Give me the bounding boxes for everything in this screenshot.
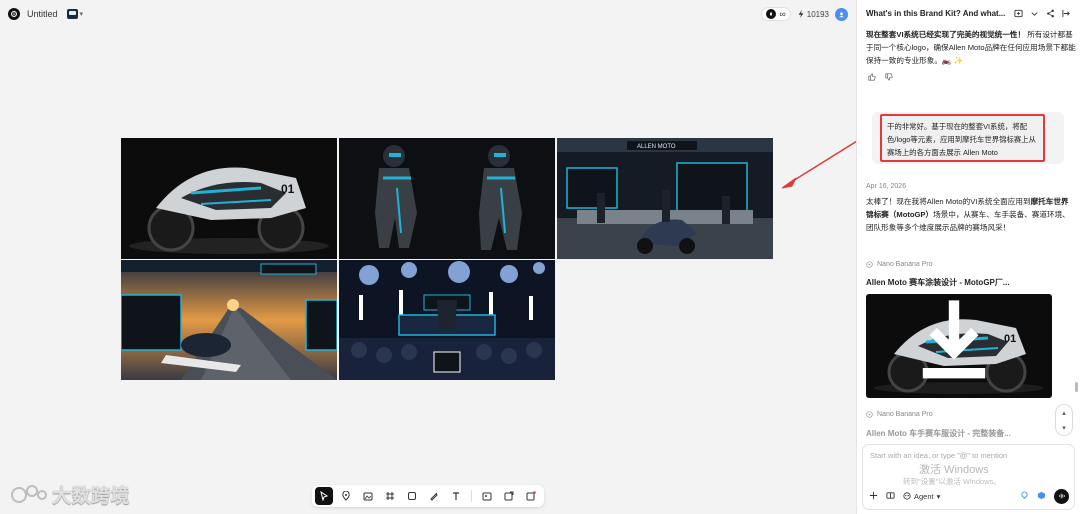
lightbulb-icon[interactable] xyxy=(1020,490,1029,502)
watermark: 大数跨境 xyxy=(10,481,130,508)
app-logo-icon[interactable] xyxy=(8,8,20,20)
chat-panel: What's in this Brand Kit? And what... 现在… xyxy=(856,0,1080,514)
text-tool-icon[interactable] xyxy=(447,487,465,505)
agent-icon xyxy=(903,492,911,500)
project-icon[interactable] xyxy=(66,9,78,19)
select-tool-icon[interactable] xyxy=(315,487,333,505)
canvas-toolbar xyxy=(312,485,544,507)
chevron-down-icon[interactable]: ▾ xyxy=(80,10,84,18)
toolbar-divider xyxy=(471,490,472,502)
assistant-reply: 太棒了！现在我将Allen Moto的VI系统全面应用到摩托车世界锦标赛（Mot… xyxy=(866,195,1071,234)
banana-icon xyxy=(866,261,873,268)
frame-tool-icon[interactable] xyxy=(381,487,399,505)
message-date: Apr 16, 2026 xyxy=(866,183,907,190)
model-tag-2: Nano Banana Pro xyxy=(866,411,933,418)
canvas-image-motorcycle-livery[interactable]: 01 xyxy=(121,138,337,259)
model-name: Nano Banana Pro xyxy=(877,261,933,268)
canvas-image-rider-suits[interactable] xyxy=(339,138,555,259)
agent-selector[interactable]: Agent ▾ xyxy=(903,492,940,501)
marker-tool-icon[interactable] xyxy=(337,487,355,505)
intro-bold-text: 现在整套VI系统已经实现了完美的视觉统一性！ xyxy=(866,30,1026,39)
canvas-image-race-track-sunset[interactable] xyxy=(121,260,337,380)
assistant-message-intro: 现在整套VI系统已经实现了完美的视觉统一性！ 所有设计都基于同一个核心logo，… xyxy=(866,28,1076,67)
message-feedback xyxy=(868,73,893,81)
user-message: 干的非常好。基于现在的整套VI系统，将配色/logo等元素，应用到摩托车世界锦标… xyxy=(880,114,1045,162)
banana-icon xyxy=(866,411,873,418)
scroll-control[interactable]: ▴ ▾ xyxy=(1055,404,1073,436)
composer-input[interactable]: Start with an idea, or type "@" to menti… xyxy=(870,451,1007,460)
shape-tool-icon[interactable] xyxy=(403,487,421,505)
voice-send-button[interactable] xyxy=(1054,488,1069,504)
chat-scrollbar[interactable] xyxy=(1075,382,1078,392)
result-title-2[interactable]: Allen Moto 车手赛车服设计 - 完整装备... xyxy=(866,428,1011,439)
top-bar: Untitled ▾ ∞ 10193 xyxy=(0,0,856,28)
cube-icon[interactable] xyxy=(1037,491,1046,502)
pen-tool-icon[interactable] xyxy=(425,487,443,505)
lightning-icon xyxy=(798,10,804,18)
add-attachment-icon[interactable] xyxy=(869,491,878,502)
credits-counter[interactable]: 10193 xyxy=(797,10,829,19)
reply-lead: 太棒了！现在我将Allen Moto的VI系统全面应用到 xyxy=(866,197,1031,206)
avatar-icon[interactable] xyxy=(835,7,848,21)
thumbs-down-icon[interactable] xyxy=(885,73,893,81)
chevron-up-icon[interactable]: ▴ xyxy=(1062,409,1066,417)
image-gen-tool-icon[interactable] xyxy=(359,487,377,505)
watermark-logo-icon xyxy=(11,484,47,503)
chat-title[interactable]: What's in this Brand Kit? And what... xyxy=(866,9,1014,18)
chat-composer[interactable]: Start with an idea, or type "@" to menti… xyxy=(862,444,1075,510)
svg-text:ALLEN MOTO: ALLEN MOTO xyxy=(637,144,676,150)
new-chat-icon[interactable] xyxy=(1014,9,1023,18)
chevron-down-icon[interactable] xyxy=(1030,9,1039,18)
chat-header: What's in this Brand Kit? And what... xyxy=(857,0,1080,26)
model-tag: Nano Banana Pro xyxy=(866,261,933,268)
collapse-panel-icon[interactable] xyxy=(1062,9,1071,18)
canvas-image-podium-celebration[interactable] xyxy=(339,260,555,380)
rocket-icon xyxy=(766,9,777,19)
plan-pill[interactable]: ∞ xyxy=(761,7,791,21)
infinity-label: ∞ xyxy=(779,9,786,19)
book-icon[interactable] xyxy=(886,491,895,502)
document-title[interactable]: Untitled xyxy=(27,9,58,19)
download-icon[interactable] xyxy=(866,294,1047,394)
watermark-text: 大数跨境 xyxy=(52,486,131,507)
result-image[interactable]: 01 xyxy=(866,294,1052,398)
chevron-down-icon: ▾ xyxy=(936,491,941,501)
user-message-text: 干的非常好。基于现在的整套VI系统，将配色/logo等元素，应用到摩托车世界锦标… xyxy=(887,122,1037,157)
chevron-down-icon[interactable]: ▾ xyxy=(1062,424,1066,432)
canvas-image-garage-booth[interactable]: ALLEN MOTO xyxy=(557,138,773,259)
windows-activation-hint: 转到"设置"以激活 Windows。 xyxy=(903,477,1001,486)
thumbs-up-icon[interactable] xyxy=(868,73,876,81)
edit-image-tool-icon[interactable] xyxy=(500,487,518,505)
video-tool-icon[interactable] xyxy=(522,487,540,505)
svg-text:01: 01 xyxy=(281,182,295,196)
share-icon[interactable] xyxy=(1046,9,1055,18)
upload-image-tool-icon[interactable] xyxy=(478,487,496,505)
agent-label: Agent xyxy=(914,491,934,501)
windows-activation-watermark: 激活 Windows xyxy=(919,464,989,476)
model-name-2: Nano Banana Pro xyxy=(877,411,933,418)
credits-value: 10193 xyxy=(806,9,829,19)
result-title[interactable]: Allen Moto 赛车涂装设计 - MotoGP厂... xyxy=(866,277,1010,288)
